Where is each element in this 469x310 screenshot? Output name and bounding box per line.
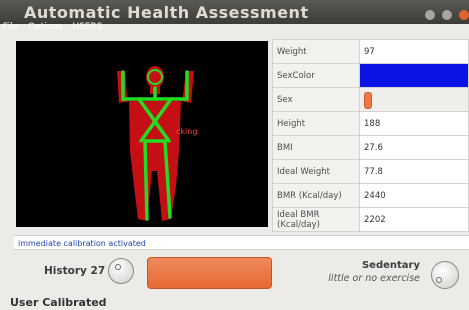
metric-label-ideal-bmr: Ideal BMR (Kcal/day) <box>272 207 360 232</box>
table-row: BMR (Kcal/day) 2440 <box>272 183 469 208</box>
calibration-status: User Calibrated <box>10 296 107 309</box>
tracking-label: cking <box>176 127 197 136</box>
window-controls <box>423 5 469 24</box>
menu-file[interactable]: File <box>3 22 18 32</box>
title-bar: Automatic Health Assessment <box>0 0 469 24</box>
sex-color-swatch <box>359 63 469 88</box>
metric-value-weight: 97 <box>359 39 469 64</box>
metric-value-bmr: 2440 <box>359 183 469 208</box>
metric-value-ideal-bmr: 2202 <box>359 207 469 232</box>
menu-bar: File Options USERS <box>0 22 107 34</box>
metric-value-height: 188 <box>359 111 469 136</box>
metric-value-bmi: 27.6 <box>359 135 469 160</box>
maximize-icon[interactable] <box>441 10 452 20</box>
depth-camera-view: cking <box>16 41 268 227</box>
metric-label-bmr: BMR (Kcal/day) <box>272 183 360 208</box>
metrics-table: Weight 97 SexColor Sex Height 188 BMI 27… <box>272 39 469 232</box>
table-row: SexColor <box>272 63 469 88</box>
table-row: Ideal BMR (Kcal/day) 2202 <box>272 207 469 232</box>
metric-label-height: Height <box>272 111 360 136</box>
skeleton-tracking-image: cking <box>117 66 197 221</box>
activity-dial[interactable] <box>431 261 459 289</box>
metric-label-sex: Sex <box>272 87 360 112</box>
history-label: History 27 <box>44 265 106 277</box>
metric-label-sexcolor: SexColor <box>272 63 360 88</box>
menu-options[interactable]: Options <box>28 22 63 32</box>
sex-slider-handle[interactable] <box>364 92 372 109</box>
status-message: immediate calibration activated <box>14 235 469 250</box>
metric-value-ideal-weight: 77.8 <box>359 159 469 184</box>
table-row: Weight 97 <box>272 39 469 64</box>
metric-label-ideal-weight: Ideal Weight <box>272 159 360 184</box>
metric-label-weight: Weight <box>272 39 360 64</box>
table-row: BMI 27.6 <box>272 135 469 160</box>
history-dial[interactable] <box>108 258 134 284</box>
activity-description: little or no exercise <box>328 273 420 284</box>
activity-level: Sedentary <box>361 260 420 271</box>
table-row: Height 188 <box>272 111 469 136</box>
sex-slider[interactable] <box>359 87 469 112</box>
metric-label-bmi: BMI <box>272 135 360 160</box>
menu-users[interactable]: USERS <box>73 22 103 32</box>
close-icon[interactable] <box>459 10 469 20</box>
progress-bar[interactable] <box>147 257 272 289</box>
table-row: Sex <box>272 87 469 112</box>
window-title: Automatic Health Assessment <box>24 3 309 22</box>
minimize-icon[interactable] <box>424 10 435 20</box>
table-row: Ideal Weight 77.8 <box>272 159 469 184</box>
